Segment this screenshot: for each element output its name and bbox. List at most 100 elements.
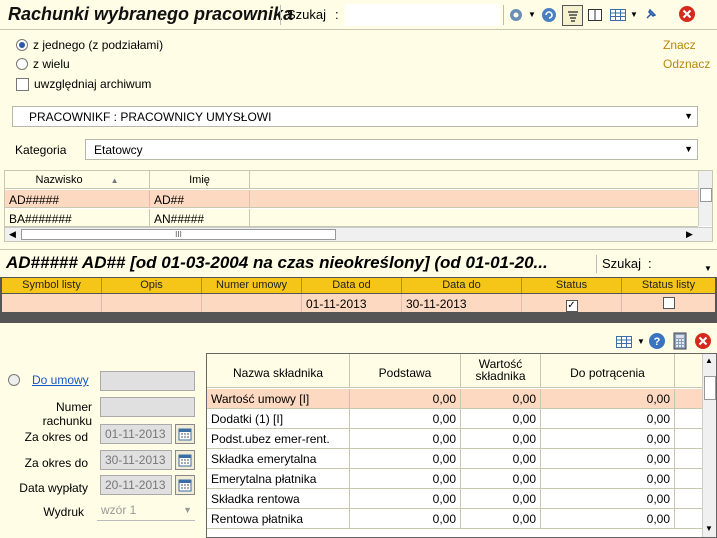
category-label: Kategoria [15,143,67,157]
archive-checkbox[interactable]: uwzględniaj archiwum [16,77,151,91]
table-row[interactable]: Dodatki (1) [I] 0,00 0,00 0,00 [207,409,702,429]
cell-status: ✓ [522,294,622,312]
radio-button[interactable] [16,58,28,70]
za-okres-do-label: Za okres do [24,456,88,470]
department-combo[interactable]: PRACOWNIKF : PRACOWNICY UMYSŁOWI ▼ [12,106,698,127]
chevron-down-icon[interactable]: ▼ [637,337,645,346]
col-header-data-do[interactable]: Data do [402,278,522,293]
scroll-thumb[interactable]: III [21,229,336,240]
numer-rachunku-input[interactable] [100,397,195,417]
col-header-name[interactable]: Imię [150,171,250,188]
table-row[interactable]: BA####### AN##### [5,209,698,227]
za-okres-do-input[interactable]: 30-11-2013 [100,450,172,470]
cell-wartosc: 0,00 [461,509,541,528]
checkbox[interactable] [16,77,29,91]
lists-grid: Symbol listy Opis Numer umowy Data od Da… [0,277,717,323]
close-icon[interactable] [694,332,712,350]
scroll-right-icon[interactable]: ▶ [686,229,693,240]
table-row[interactable]: Wartość umowy [I] 0,00 0,00 0,00 [207,389,702,409]
table-icon[interactable] [615,333,633,351]
cell-nazwa: Dodatki (1) [I] [207,409,350,428]
scroll-thumb[interactable] [700,188,712,202]
do-umowy-link[interactable]: Do umowy [26,373,89,387]
za-okres-od-input[interactable]: 01-11-2013 [100,424,172,444]
radio-one[interactable]: z jednego (z podziałami) [16,38,163,52]
cell-status-listy [622,294,715,312]
chevron-down-icon[interactable]: ▼ [704,264,712,273]
col-header-numer[interactable]: Numer umowy [202,278,302,293]
calendar-icon[interactable] [175,424,195,444]
table-row[interactable]: Składka rentowa 0,00 0,00 0,00 [207,489,702,509]
data-wyplaty-input[interactable]: 20-11-2013 [100,475,172,495]
chevron-down-icon[interactable]: ▼ [684,111,693,121]
employees-vscroll[interactable] [698,171,712,226]
cell-name: AN##### [150,209,250,226]
search-label: Szukaj [287,7,327,22]
mark-link[interactable]: Znacz [663,38,696,52]
status-listy-checkbox[interactable] [662,297,675,309]
cell-podstawa: 0,00 [350,429,461,448]
scroll-down-icon[interactable]: ▼ [705,524,713,533]
gear-icon[interactable] [507,6,525,24]
calendar-icon[interactable] [175,450,195,470]
col-header-nazwa[interactable]: Nazwa składnika [207,354,350,387]
columns-icon[interactable] [586,6,604,24]
chevron-down-icon[interactable]: ▼ [183,505,192,515]
table-row[interactable]: AD##### AD## [5,190,698,208]
do-umowy-input[interactable] [100,371,195,391]
scroll-left-icon[interactable]: ◀ [9,229,16,240]
cell-wartosc: 0,00 [461,489,541,508]
table-row[interactable]: Podst.ubez emer-rent. 0,00 0,00 0,00 [207,429,702,449]
search-colon: : [335,7,339,22]
table-icon[interactable] [609,6,627,24]
divider [280,5,281,25]
filter-icon[interactable] [562,5,583,26]
employees-hscroll[interactable]: ◀ III ▶ [5,227,712,241]
cell-podstawa: 0,00 [350,389,461,408]
cell-do-potracenia: 0,00 [541,469,675,488]
table-row[interactable]: Składka emerytalna 0,00 0,00 0,00 [207,449,702,469]
chevron-down-icon[interactable]: ▼ [684,144,693,154]
radio-button[interactable] [8,374,20,386]
refresh-icon[interactable] [540,6,558,24]
col-header-opis[interactable]: Opis [102,278,202,293]
search-input[interactable] [345,4,500,26]
col-header-wartosc[interactable]: Wartość składnika [461,354,541,387]
unmark-link[interactable]: Odznacz [663,57,710,71]
splitter[interactable] [0,323,717,327]
divider [596,255,597,273]
cell-nazwa: Składka rentowa [207,489,350,508]
components-vscroll[interactable]: ▲ ▼ [702,354,716,537]
cell-nazwa: Składka emerytalna [207,449,350,468]
calculator-icon[interactable] [671,332,689,350]
wydruk-select[interactable]: wzór 1 ▼ [97,500,195,521]
calendar-icon[interactable] [175,475,195,495]
components-rows: Wartość umowy [I] 0,00 0,00 0,00 Dodatki (1)… [207,389,702,529]
radio-many[interactable]: z wielu [16,57,70,71]
pin-icon[interactable] [642,5,660,23]
col-header-symbol[interactable]: Symbol listy [2,278,102,293]
scroll-up-icon[interactable]: ▲ [705,356,713,365]
page-title: Rachunki wybranego pracownika [8,4,294,24]
category-combo[interactable]: Etatowcy ▼ [85,139,698,160]
do-umowy-radio[interactable]: Do umowy [8,373,89,387]
cell-wartosc: 0,00 [461,429,541,448]
col-header-status-listy[interactable]: Status listy [622,278,715,293]
chevron-down-icon[interactable]: ▼ [528,10,536,19]
status-checkbox-checked[interactable]: ✓ [565,300,578,312]
chevron-down-icon[interactable]: ▼ [630,10,638,19]
col-header-surname[interactable]: Nazwisko ▲ [5,171,150,188]
help-icon[interactable]: ? [648,332,666,350]
scroll-thumb[interactable] [704,376,716,400]
col-header-do-potracenia[interactable]: Do potrącenia [541,354,675,387]
data-wyplaty-label: Data wypłaty [19,481,88,495]
table-row[interactable]: 01-11-2013 30-11-2013 ✓ [2,294,715,312]
col-header-data-od[interactable]: Data od [302,278,402,293]
close-icon[interactable] [678,5,696,23]
employee-heading-bar: AD##### AD## [od 01-03-2004 na czas nieo… [0,249,717,275]
table-row[interactable]: Emerytalna płatnika 0,00 0,00 0,00 [207,469,702,489]
radio-button[interactable] [16,39,28,51]
table-row[interactable]: Rentowa płatnika 0,00 0,00 0,00 [207,509,702,529]
col-header-podstawa[interactable]: Podstawa [350,354,461,387]
col-header-status[interactable]: Status [522,278,622,293]
